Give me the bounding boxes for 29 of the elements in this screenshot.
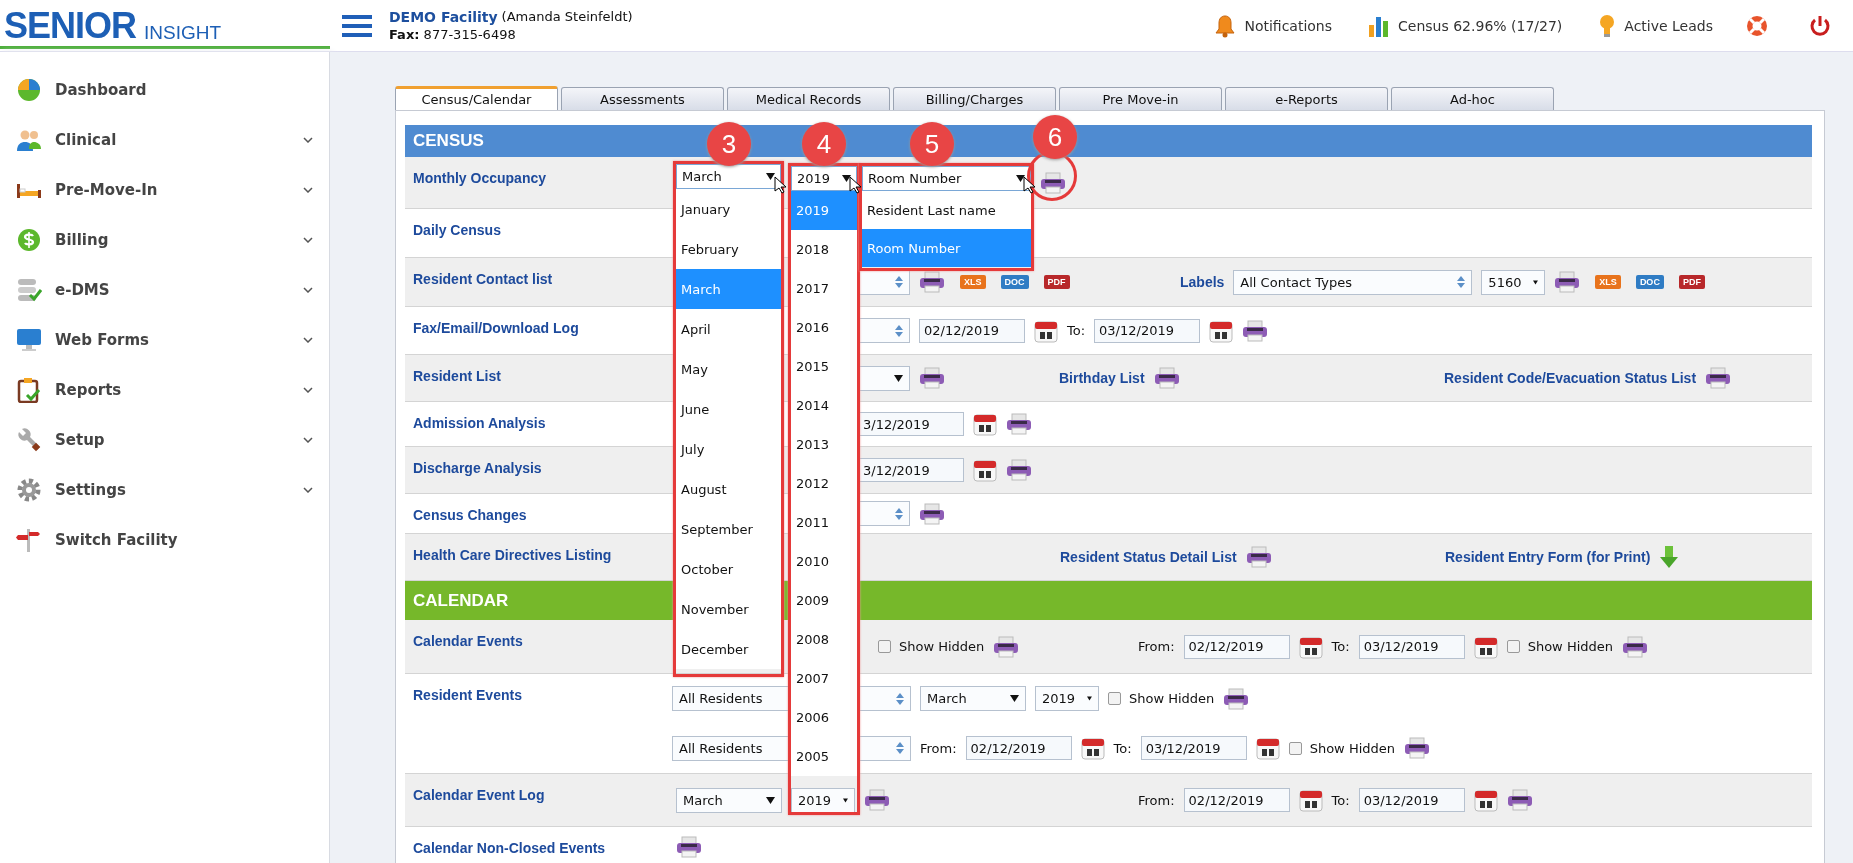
logo-tagline: INSIGHT [144, 20, 222, 45]
field-label: To: [1067, 323, 1086, 338]
checkbox-label: Show Hidden [1527, 639, 1613, 654]
row-label: Monthly Occupancy [412, 169, 548, 187]
checkbox-label: Show Hidden [1309, 740, 1395, 756]
checkbox-label: Show Hidden [899, 639, 985, 654]
row-label: Admission Analysis [412, 414, 547, 432]
row-label: Discharge Analysis [412, 459, 543, 477]
row-label: Resident Contact list [412, 270, 554, 288]
row-label: Calendar Events [412, 632, 524, 650]
field-label: From: [920, 740, 957, 756]
row-label: Census Changes [412, 506, 528, 524]
row-label: Health Care Directives Listing [412, 546, 613, 564]
user-name: (Amanda Steinfeldt) [501, 7, 633, 26]
row-label: Calendar Event Log [412, 786, 546, 804]
field-label: To: [1331, 639, 1350, 654]
row-label: Resident List [412, 367, 502, 385]
row-label: Resident Events [412, 686, 523, 704]
field-label: From: [1138, 639, 1175, 654]
row-label: Fax/Email/Download Log [412, 319, 580, 337]
field-label: From: [1138, 792, 1175, 808]
logo-wordmark: SENIOR [4, 5, 137, 46]
field-label: To: [1331, 792, 1350, 808]
checkbox-label: Show Hidden [1129, 691, 1215, 707]
row-label: Calendar Non-Closed Events [412, 839, 607, 857]
row-label: Daily Census [412, 221, 502, 239]
field-label: To: [1113, 740, 1132, 756]
fax-number: Fax: 877-315-6498 [389, 26, 516, 42]
facility-name: DEMO Facility [389, 7, 498, 26]
